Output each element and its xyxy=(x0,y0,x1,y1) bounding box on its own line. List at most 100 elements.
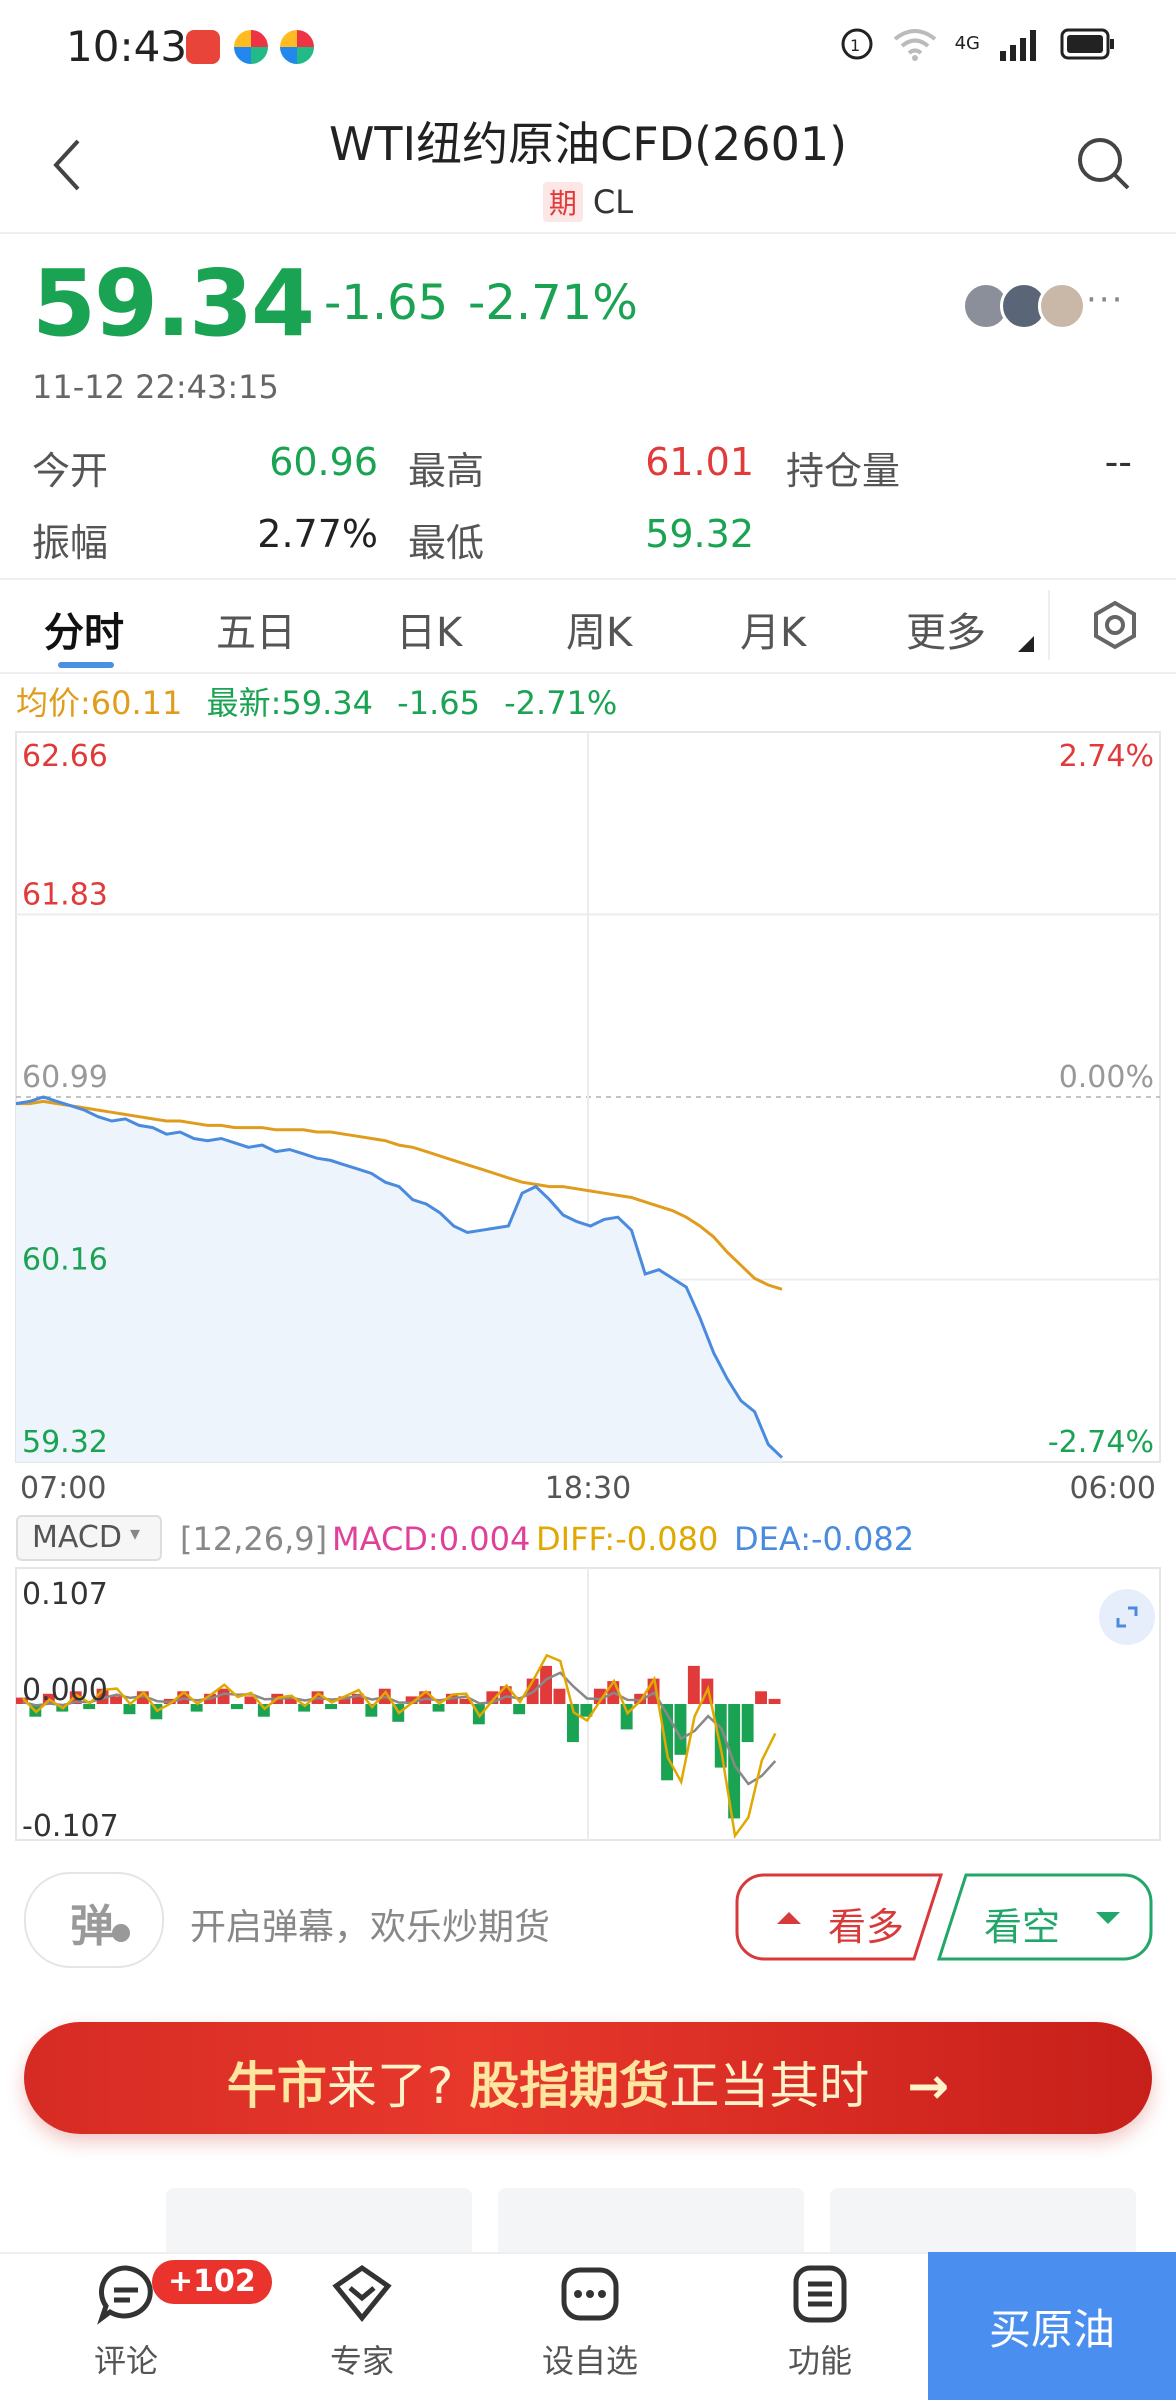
futures-tag: 期 xyxy=(542,182,583,222)
macd-bar xyxy=(432,1704,445,1712)
open-value: 60.96 xyxy=(269,440,378,484)
buy-crude-button[interactable]: 买原油 xyxy=(928,2252,1176,2400)
settings-icon[interactable] xyxy=(1090,600,1140,650)
y-axis-pct-label: -2.74% xyxy=(1048,1425,1154,1460)
tab-weekly-k[interactable]: 周K xyxy=(566,600,632,658)
danmu-prompt[interactable]: 开启弹幕，欢乐炒期货 xyxy=(190,1898,550,1950)
low-value: 59.32 xyxy=(645,512,754,556)
network-type: 4G xyxy=(954,33,980,54)
indicator-selector[interactable]: MACD ▾ xyxy=(16,1515,162,1561)
macd-bar xyxy=(620,1704,633,1730)
danmu-toggle-button[interactable]: 弹 xyxy=(24,1872,164,1968)
recommend-card[interactable] xyxy=(498,2188,804,2258)
latest-change-label: -1.65 xyxy=(397,684,480,722)
status-indicators: 1 4G xyxy=(839,26,1116,62)
nav-function-label: 功能 xyxy=(787,2342,852,2380)
divider xyxy=(1048,590,1050,660)
function-icon xyxy=(793,2265,847,2323)
amplitude-value: 2.77% xyxy=(257,512,378,556)
bullish-label[interactable]: 看多 xyxy=(828,1896,904,1951)
y-axis-tick-label: 59.32 xyxy=(22,1425,108,1460)
expert-icon xyxy=(332,2264,392,2322)
user-avatars[interactable] xyxy=(962,282,1086,330)
expand-icon[interactable] xyxy=(1098,1588,1156,1646)
status-time: 10:43 xyxy=(66,22,188,71)
price-area-fill xyxy=(16,1097,782,1462)
recommend-card[interactable] xyxy=(166,2188,472,2258)
macd-bar xyxy=(755,1691,767,1704)
high-value: 61.01 xyxy=(645,440,754,484)
nav-watchlist-label: 设自选 xyxy=(541,2342,638,2380)
tab-five-day[interactable]: 五日 xyxy=(216,600,296,658)
y-axis-tick-label: 60.99 xyxy=(22,1060,108,1095)
latest-pct-label: -2.71% xyxy=(504,684,618,722)
banner-part-1: 牛市 xyxy=(226,2057,327,2115)
dea-value: DEA:-0.082 xyxy=(734,1520,915,1558)
dropdown-corner-icon xyxy=(1018,636,1034,652)
price-change-pct: -2.71% xyxy=(468,275,638,331)
macd-bar xyxy=(325,1704,337,1710)
banner-part-4: 正当其时 xyxy=(669,2057,870,2115)
macd-bar xyxy=(553,1688,566,1704)
status-bar: 10:43 1 4G xyxy=(0,0,1176,100)
macd-bar xyxy=(231,1704,243,1710)
tab-monthly-k[interactable]: 月K xyxy=(740,600,806,658)
nav-watchlist[interactable]: 设自选 xyxy=(510,2262,670,2382)
wifi-icon xyxy=(893,29,936,61)
nav-comment-label: 评论 xyxy=(93,2342,158,2380)
tab-daily-k[interactable]: 日K xyxy=(396,600,462,658)
price-area xyxy=(16,1097,782,1462)
y-axis-pct-label: 2.74% xyxy=(1059,739,1154,774)
page-title: WTI纽约原油CFD(2601) xyxy=(328,117,848,171)
y-axis-pct-label: 0.00% xyxy=(1059,1060,1154,1095)
low-label: 最低 xyxy=(408,521,485,565)
signal-icon xyxy=(1000,30,1036,61)
comment-count-badge: +102 xyxy=(152,2260,272,2304)
app-notification-icon xyxy=(186,30,220,64)
nav-expert[interactable]: 专家 xyxy=(282,2262,442,2382)
chart-info-line: 均价:60.11 最新:59.34 -1.65 -2.71% xyxy=(16,678,617,724)
tab-more[interactable]: 更多 xyxy=(906,600,986,658)
battery-icon xyxy=(1060,28,1114,60)
macd-bar xyxy=(741,1704,754,1743)
search-icon[interactable] xyxy=(1076,136,1132,192)
app-notification-icon xyxy=(234,30,268,64)
high-label: 最高 xyxy=(408,449,485,493)
x-axis-tick-label: 07:00 xyxy=(20,1471,106,1506)
indicator-name: MACD xyxy=(32,1520,122,1555)
more-icon[interactable]: ··· xyxy=(1086,280,1124,320)
banner-part-3: 股指期货 xyxy=(469,2057,670,2115)
minus-badge-icon xyxy=(112,1924,130,1942)
tab-intraday[interactable]: 分时 xyxy=(44,600,124,658)
banner-part-2: 来了? xyxy=(326,2057,454,2115)
recommend-card[interactable] xyxy=(830,2188,1136,2258)
price-change: -1.65 xyxy=(324,275,449,331)
macd-value: MACD:0.004 xyxy=(332,1520,531,1558)
svg-text:1: 1 xyxy=(850,36,860,55)
avatar xyxy=(1038,282,1086,330)
macd-bar xyxy=(123,1704,136,1715)
divider xyxy=(0,232,1176,234)
macd-y-tick-label: 0.107 xyxy=(22,1577,108,1612)
quote-timestamp: 11-12 22:43:15 xyxy=(32,368,279,406)
chart-tabs: 分时 五日 日K 周K 月K 更多 xyxy=(0,578,1176,674)
macd-y-tick-label: 0.000 xyxy=(22,1673,108,1708)
nav-expert-label: 专家 xyxy=(329,2342,394,2380)
intraday-chart[interactable]: 62.66 61.83 60.99 60.16 59.32 2.74% 0.00% -2.74… xyxy=(0,720,1176,1850)
macd-params: [12,26,9] xyxy=(180,1520,328,1558)
macd-bar xyxy=(110,1696,122,1704)
promo-banner-text[interactable]: 牛市来了? 股指期货正当其时 → xyxy=(0,2046,1176,2118)
x-axis-tick-label: 06:00 xyxy=(1070,1471,1156,1506)
app-notification-icon xyxy=(280,30,314,64)
avg-price-label: 均价:60.11 xyxy=(16,684,183,722)
nav-function[interactable]: 功能 xyxy=(740,2262,900,2382)
bearish-label[interactable]: 看空 xyxy=(984,1896,1060,1951)
macd-y-tick-label: -0.107 xyxy=(22,1809,119,1844)
danmu-icon: 弹 xyxy=(70,1901,114,1952)
diff-value: DIFF:-0.080 xyxy=(536,1520,719,1558)
macd-bar xyxy=(768,1698,781,1704)
data-saver-icon: 1 xyxy=(841,28,873,60)
x-axis-tick-label: 18:30 xyxy=(545,1471,631,1506)
open-interest-label: 持仓量 xyxy=(786,449,901,493)
active-tab-indicator xyxy=(58,662,114,668)
